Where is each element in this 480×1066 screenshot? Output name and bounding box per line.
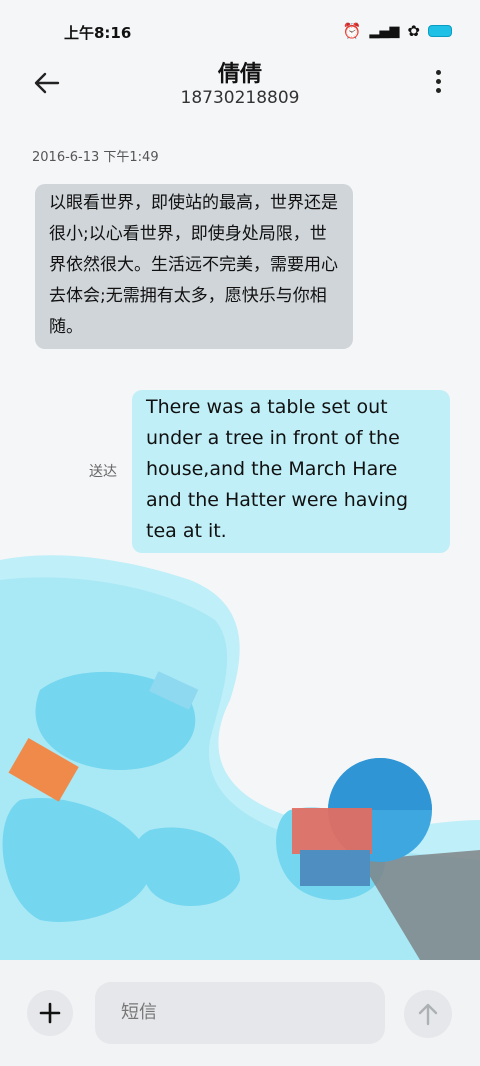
contact-number: 18730218809 <box>180 88 300 108</box>
incoming-message-bubble[interactable]: 以眼看世界，即使站的最高，世界还是很小;以心看世界，即使身处局限，世界依然很大。… <box>35 184 353 349</box>
delivery-status: 送达 <box>89 464 117 480</box>
more-options-icon[interactable] <box>436 70 444 96</box>
outgoing-message-text: There was a table set out under a tree i… <box>146 396 409 542</box>
attach-button[interactable] <box>27 990 73 1036</box>
contact-name: 倩倩 <box>217 62 262 87</box>
up-arrow-icon <box>418 1003 438 1026</box>
message-input[interactable]: 短信 <box>95 982 385 1044</box>
conversation-header: 倩倩 18730218809 <box>0 56 480 126</box>
alarm-icon: ⏰ <box>342 22 362 40</box>
battery-icon <box>428 25 452 37</box>
status-time: 上午8:16 <box>64 24 132 42</box>
status-icons: ⏰ ▂▄▆ ✿ <box>343 22 452 40</box>
message-timestamp: 2016-6-13 下午1:49 <box>32 150 159 165</box>
plus-icon <box>39 1002 61 1024</box>
leaf-icon: ✿ <box>407 22 420 40</box>
signal-icon: ▂▄▆ <box>369 23 400 39</box>
message-composer: 短信 <box>0 960 480 1066</box>
status-bar: 上午8:16 ⏰ ▂▄▆ ✿ <box>0 0 480 56</box>
send-button[interactable] <box>404 990 452 1038</box>
incoming-message-text: 以眼看世界，即使站的最高，世界还是很小;以心看世界，即使身处局限，世界依然很大。… <box>49 193 338 337</box>
outgoing-message-bubble[interactable]: There was a table set out under a tree i… <box>132 390 450 553</box>
